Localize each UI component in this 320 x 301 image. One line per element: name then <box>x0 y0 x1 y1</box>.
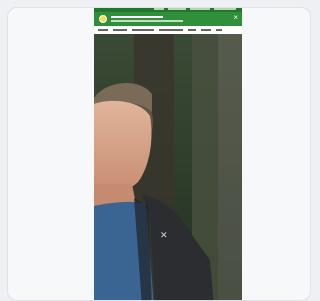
close-icon[interactable]: × <box>233 14 238 22</box>
preview-card: × ✕ <box>7 7 311 301</box>
site-logo-icon[interactable] <box>99 15 107 23</box>
jacket-logo-icon: ✕ <box>160 231 168 241</box>
nav-item[interactable] <box>132 29 154 31</box>
site-header: × <box>94 12 242 26</box>
site-title-lines <box>111 14 183 24</box>
top-link[interactable] <box>154 8 164 10</box>
main-nav <box>94 26 242 34</box>
top-link[interactable] <box>190 8 210 10</box>
top-link[interactable] <box>214 8 236 10</box>
nav-item[interactable] <box>159 29 183 31</box>
nav-item[interactable] <box>113 29 127 31</box>
hero-photo: ✕ <box>94 34 242 300</box>
nav-item[interactable] <box>98 29 108 31</box>
nav-item[interactable] <box>188 29 196 31</box>
nav-item[interactable] <box>216 29 222 31</box>
mobile-page-preview[interactable]: × ✕ <box>94 8 242 300</box>
top-link[interactable] <box>168 8 186 10</box>
nav-item[interactable] <box>201 29 211 31</box>
